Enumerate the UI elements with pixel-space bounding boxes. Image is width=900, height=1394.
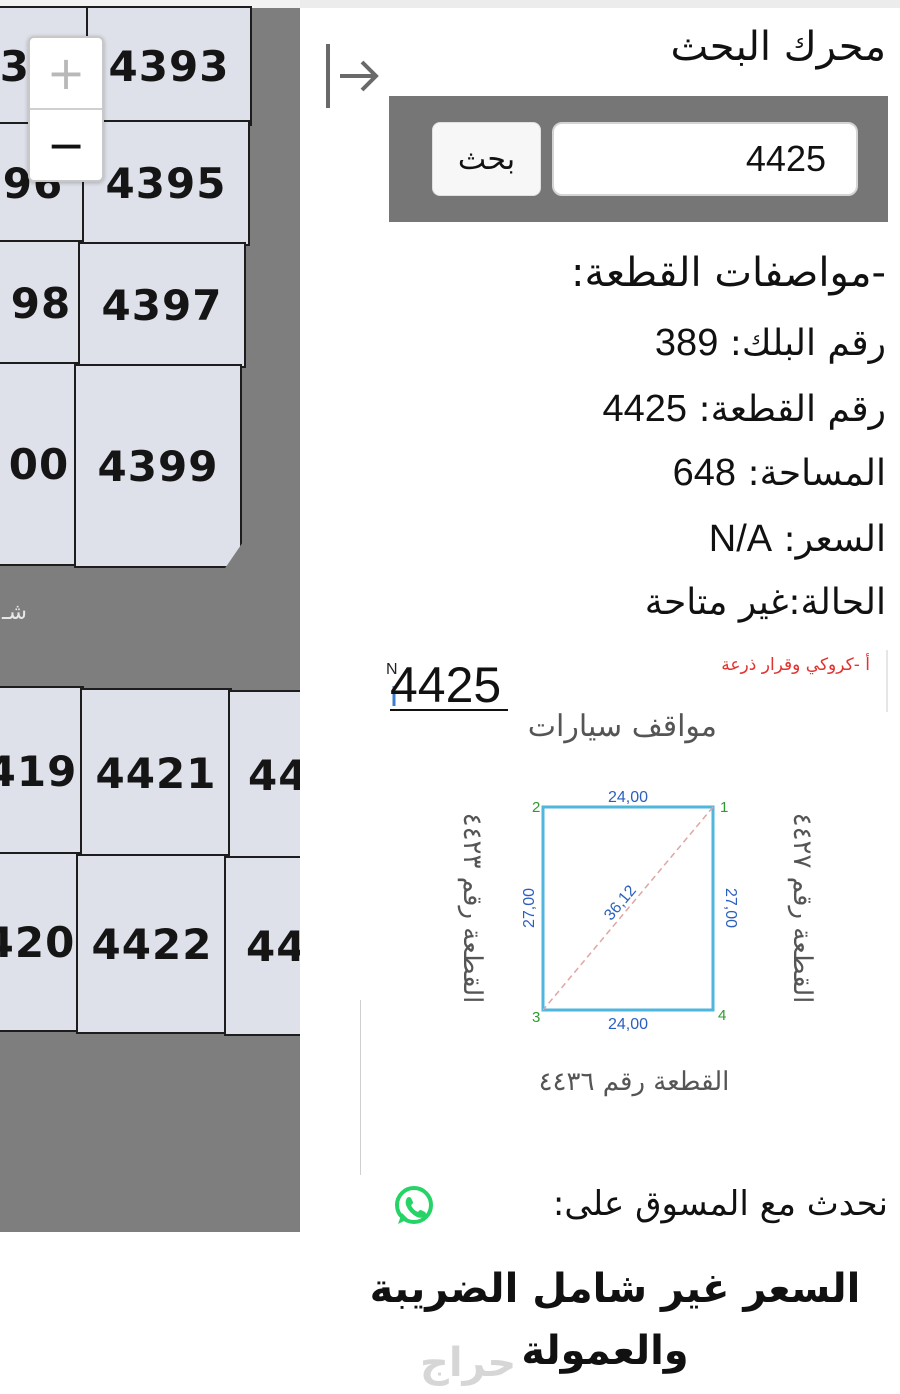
spec-value: N/A xyxy=(708,518,773,560)
spec-key: رقم البلك: xyxy=(718,323,886,364)
panel-top-band xyxy=(300,0,900,8)
map-blank-area xyxy=(0,1232,300,1394)
plot-label: 419 xyxy=(0,746,78,796)
spec-key: المساحة: xyxy=(736,453,886,494)
search-button[interactable]: بحث xyxy=(432,122,541,196)
plot-label: 420 xyxy=(0,917,76,967)
sketch-header-note: أ -كروكي وقرار ذرعة xyxy=(721,653,870,675)
plot-label: 4422 xyxy=(91,919,213,969)
bottom-neighbor-label: القطعة رقم ٤٤٣٦ xyxy=(539,1067,730,1097)
plot-label: 44 xyxy=(246,921,300,971)
map-view[interactable]: 39 4393 96 4395 98 4397 00 4399 شـ 419 4… xyxy=(0,0,300,1394)
spec-status: الحالة:غير متاحة xyxy=(645,582,886,623)
whatsapp-icon[interactable] xyxy=(392,1184,436,1228)
price-note-line1: السعر غير شامل الضريبة xyxy=(369,1266,861,1312)
panel-title: محرك البحث xyxy=(670,24,886,70)
search-input[interactable] xyxy=(552,122,858,196)
spec-price: السعر: N/A xyxy=(709,518,886,561)
spec-value: غير متاحة xyxy=(644,582,789,623)
side-top-length: 24,00 xyxy=(608,789,648,806)
spec-value: 648 xyxy=(672,452,736,494)
sketch-plot-number: 4425 xyxy=(390,657,501,713)
map-plot[interactable]: 44 xyxy=(224,856,300,1036)
plot-label: 00 xyxy=(8,439,70,489)
price-note: السعر غير شامل الضريبة والعمولة xyxy=(300,1258,900,1382)
map-plot[interactable]: 4393 xyxy=(86,6,252,126)
zoom-out-button[interactable]: − xyxy=(30,110,102,180)
corner-label: 4 xyxy=(718,1007,726,1024)
spec-area: المساحة: 648 xyxy=(673,452,886,495)
plot-diagonal xyxy=(542,806,714,1011)
spec-value: 389 xyxy=(654,322,719,364)
side-bottom-length: 24,00 xyxy=(608,1016,648,1033)
map-plot[interactable]: 98 xyxy=(0,240,82,366)
plot-label: 98 xyxy=(10,278,72,328)
spec-key: رقم القطعة: xyxy=(687,389,886,430)
chat-with-marketer-label: نحدث مع المسوق على: xyxy=(552,1184,888,1224)
map-plot[interactable]: 420 xyxy=(0,852,80,1032)
sketch-top-label: مواقف سيارات xyxy=(528,709,717,744)
map-plot[interactable]: 44 xyxy=(228,690,300,860)
arrow-right-icon[interactable] xyxy=(324,40,384,112)
map-plot[interactable]: 419 xyxy=(0,686,84,856)
price-note-line2: والعمولة xyxy=(521,1328,689,1374)
map-plot[interactable]: 4397 xyxy=(78,242,246,368)
corner-label: 1 xyxy=(720,799,728,816)
plot-label: 4421 xyxy=(95,748,217,798)
spec-block-number: رقم البلك: 389 xyxy=(655,322,886,365)
map-plot[interactable]: 4399 xyxy=(74,364,242,568)
search-panel: محرك البحث بحث -مواصفات القطعة: رقم البل… xyxy=(300,0,900,1394)
plot-label: 4397 xyxy=(101,280,223,330)
spec-key: الحالة: xyxy=(788,582,886,623)
left-neighbor-label: القطعة رقم ٤٤٢٣ xyxy=(457,813,487,1004)
plot-sketch: أ -كروكي وقرار ذرعة N 4425 مواقف سيارات … xyxy=(360,650,888,1175)
spec-key: السعر: xyxy=(772,519,886,560)
plot-label: 4395 xyxy=(105,158,227,208)
corner-label: 3 xyxy=(532,1009,540,1026)
plot-label: 4393 xyxy=(108,41,230,91)
road-label: شـ xyxy=(2,600,27,625)
search-bar: بحث xyxy=(389,96,888,222)
plot-label: 44 xyxy=(248,750,300,800)
corner-label: 2 xyxy=(532,799,540,816)
map-plot[interactable]: 00 xyxy=(0,362,78,566)
side-left-length: 27,00 xyxy=(521,888,538,928)
haraj-watermark: حراج xyxy=(420,1340,517,1386)
map-plot[interactable]: 4395 xyxy=(82,120,250,246)
plot-label: 4399 xyxy=(97,441,219,491)
side-right-length: 27,00 xyxy=(722,888,739,928)
right-neighbor-label: القطعة رقم ٤٤٢٧ xyxy=(787,813,817,1004)
map-plot[interactable]: 4421 xyxy=(80,688,232,858)
spec-value: 4425 xyxy=(602,388,688,430)
plot-specs-heading: -مواصفات القطعة: xyxy=(571,250,886,296)
spec-plot-number: رقم القطعة: 4425 xyxy=(603,388,887,431)
map-plot[interactable]: 4422 xyxy=(76,854,228,1034)
zoom-control: + − xyxy=(28,36,104,182)
zoom-in-button[interactable]: + xyxy=(30,38,102,110)
